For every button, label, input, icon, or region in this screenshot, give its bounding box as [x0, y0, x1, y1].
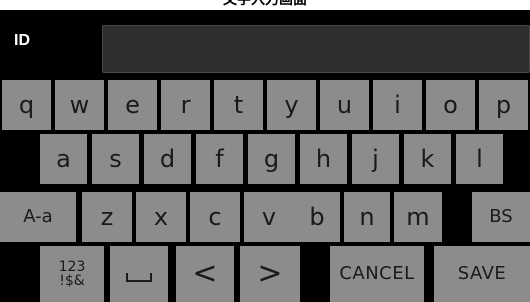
key-r[interactable]: r [161, 80, 210, 130]
symbols-key-line2: !$& [59, 273, 85, 289]
key-u[interactable]: u [320, 80, 369, 130]
key-v[interactable]: v [244, 192, 294, 242]
key-z[interactable]: z [82, 192, 132, 242]
screen-title: 文字入力画面 [223, 0, 307, 8]
symbols-key-line1: 123 [58, 259, 86, 275]
key-q[interactable]: q [2, 80, 51, 130]
key-o[interactable]: o [426, 80, 475, 130]
key-m[interactable]: m [394, 192, 442, 242]
key-e[interactable]: e [108, 80, 157, 130]
symbols-key[interactable]: 123 !$& [40, 246, 104, 302]
case-toggle-key[interactable]: A-a [0, 192, 76, 242]
key-f[interactable]: f [196, 134, 243, 184]
space-key[interactable] [110, 246, 168, 302]
cursor-left-key[interactable]: < [176, 246, 234, 302]
cancel-button[interactable]: CANCEL [330, 246, 424, 302]
keyboard-panel: ID q w e r t y u i o p a s d f g h j k l… [0, 10, 530, 302]
key-w[interactable]: w [55, 80, 104, 130]
key-l[interactable]: l [456, 134, 503, 184]
key-i[interactable]: i [373, 80, 422, 130]
key-g[interactable]: g [248, 134, 295, 184]
key-c[interactable]: c [190, 192, 240, 242]
save-button[interactable]: SAVE [434, 246, 530, 302]
key-k[interactable]: k [404, 134, 451, 184]
key-s[interactable]: s [92, 134, 139, 184]
space-bar-icon [126, 272, 152, 282]
key-b[interactable]: b [294, 192, 340, 242]
key-y[interactable]: y [267, 80, 316, 130]
key-d[interactable]: d [144, 134, 191, 184]
cursor-right-key[interactable]: > [240, 246, 300, 302]
key-n[interactable]: n [344, 192, 390, 242]
key-a[interactable]: a [40, 134, 87, 184]
key-p[interactable]: p [479, 80, 528, 130]
key-j[interactable]: j [352, 134, 399, 184]
key-h[interactable]: h [300, 134, 347, 184]
backspace-key[interactable]: BS [472, 192, 530, 242]
key-x[interactable]: x [136, 192, 186, 242]
id-input[interactable] [102, 25, 530, 73]
id-label: ID [14, 32, 30, 49]
key-t[interactable]: t [214, 80, 263, 130]
